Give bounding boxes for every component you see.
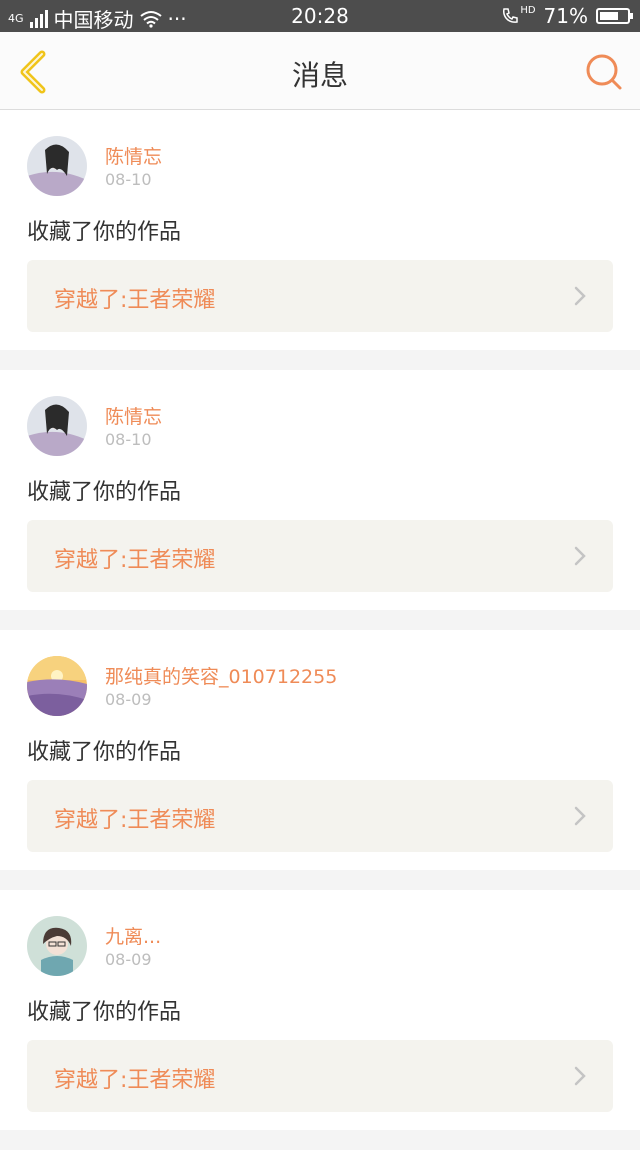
search-icon <box>586 54 622 90</box>
work-title: 穿越了:王者荣耀 <box>54 548 216 573</box>
hd-label: HD <box>520 4 536 16</box>
search-button[interactable] <box>584 52 624 92</box>
avatar[interactable] <box>27 656 87 716</box>
message-date: 08-10 <box>105 430 152 449</box>
message-date: 08-09 <box>105 950 152 969</box>
username[interactable]: 九离... <box>105 922 161 949</box>
message-list: 陈情忘 08-10 收藏了你的作品 穿越了:王者荣耀 陈情忘 08-10 收藏了… <box>0 110 640 1150</box>
work-title: 穿越了:王者荣耀 <box>54 288 216 313</box>
status-right: HD 71% <box>501 4 633 28</box>
action-text: 收藏了你的作品 <box>27 480 182 505</box>
work-link[interactable]: 穿越了:王者荣耀 <box>27 1040 613 1112</box>
username[interactable]: 那纯真的笑容_010712255 <box>105 662 337 689</box>
battery-level <box>600 12 618 20</box>
username[interactable]: 陈情忘 <box>105 402 162 429</box>
chevron-right-icon <box>574 806 586 826</box>
work-link[interactable]: 穿越了:王者荣耀 <box>27 520 613 592</box>
message-card: 陈情忘 08-10 收藏了你的作品 穿越了:王者荣耀 <box>0 370 640 610</box>
chevron-right-icon <box>574 286 586 306</box>
username[interactable]: 陈情忘 <box>105 142 162 169</box>
avatar[interactable] <box>27 396 87 456</box>
action-text: 收藏了你的作品 <box>27 220 182 245</box>
message-card: 陈情忘 08-10 收藏了你的作品 穿越了:王者荣耀 <box>0 110 640 350</box>
status-bar: 4G 中国移动 ··· 20:28 HD 71% <box>0 0 640 32</box>
work-title: 穿越了:王者荣耀 <box>54 1068 216 1093</box>
nav-bar: 消息 <box>0 32 640 110</box>
work-title: 穿越了:王者荣耀 <box>54 808 216 833</box>
avatar[interactable] <box>27 916 87 976</box>
battery-percent: 71% <box>543 4 588 28</box>
message-card: 那纯真的笑容_010712255 08-09 收藏了你的作品 穿越了:王者荣耀 <box>0 630 640 870</box>
message-card: 九离... 08-09 收藏了你的作品 穿越了:王者荣耀 <box>0 890 640 1130</box>
page-title: 消息 <box>291 59 348 92</box>
work-link[interactable]: 穿越了:王者荣耀 <box>27 260 613 332</box>
avatar[interactable] <box>27 136 87 196</box>
message-date: 08-09 <box>105 690 152 709</box>
call-hd-icon: HD <box>501 4 536 25</box>
action-text: 收藏了你的作品 <box>27 740 182 765</box>
work-link[interactable]: 穿越了:王者荣耀 <box>27 780 613 852</box>
action-text: 收藏了你的作品 <box>27 1000 182 1025</box>
battery-icon <box>596 8 633 24</box>
chevron-right-icon <box>574 546 586 566</box>
message-date: 08-10 <box>105 170 152 189</box>
chevron-right-icon <box>574 1066 586 1086</box>
